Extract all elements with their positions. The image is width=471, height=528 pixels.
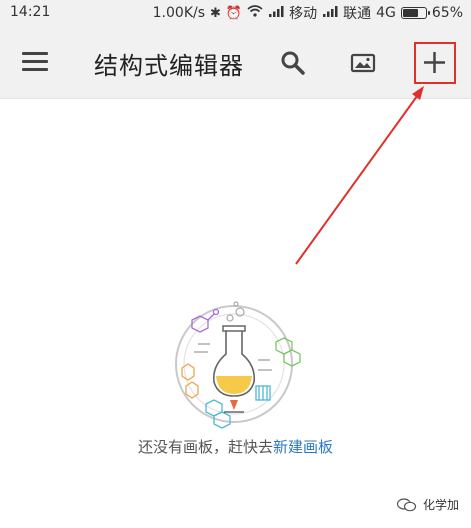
app-toolbar: 结构式编辑器: [0, 26, 471, 99]
alarm-icon: ⏰: [225, 5, 243, 21]
signal-icon-2: [322, 5, 338, 21]
new-canvas-link[interactable]: 新建画板: [273, 438, 333, 456]
wechat-icon: [396, 497, 417, 511]
add-button[interactable]: [414, 42, 456, 84]
carrier-1: 移动: [289, 6, 318, 22]
menu-icon[interactable]: [22, 52, 48, 72]
watermark-text: 化学加: [422, 498, 459, 512]
search-icon[interactable]: [280, 50, 306, 76]
status-right: 1.00K/s ✱ ⏰ 移动 联通 4G 65%: [153, 3, 463, 23]
battery-percent: 65%: [431, 5, 463, 21]
signal-icon: [268, 5, 284, 21]
empty-state-message: 还没有画板，赶快去新建画板: [0, 436, 471, 457]
plus-icon: [424, 52, 445, 73]
wifi-icon: [247, 5, 263, 21]
battery-icon: [400, 7, 430, 19]
network-type: 4G: [376, 5, 396, 21]
status-time: 14:21: [10, 4, 51, 20]
bluetooth-icon: ✱: [210, 5, 221, 21]
flask-illustration: [175, 301, 301, 429]
battery-fill: [402, 9, 419, 17]
watermark: 化学加: [396, 496, 459, 513]
status-bar: 14:21 1.00K/s ✱ ⏰ 移动 联通 4G 65%: [0, 0, 471, 26]
empty-text: 还没有画板，赶快去: [137, 438, 273, 456]
network-speed: 1.00K/s: [152, 5, 206, 21]
image-icon[interactable]: [350, 52, 376, 74]
carrier-2: 联通: [343, 6, 372, 22]
app-title: 结构式编辑器: [94, 52, 244, 80]
